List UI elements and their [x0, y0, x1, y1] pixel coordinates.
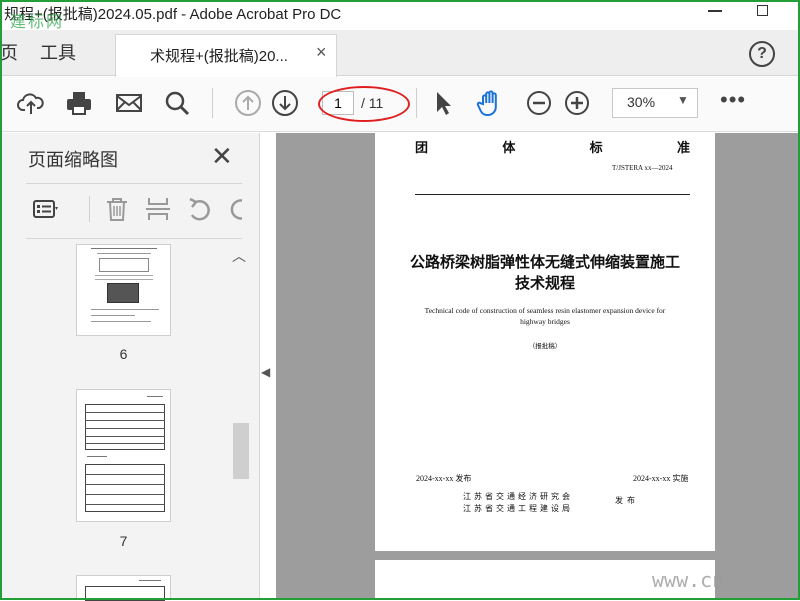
zoom-dropdown[interactable]: 30% ▼	[612, 88, 698, 118]
rotate-right-icon[interactable]	[226, 195, 242, 223]
chevron-down-icon: ▼	[677, 93, 689, 107]
zoom-out-icon[interactable]	[524, 88, 554, 118]
thumbnail-options-icon[interactable]	[32, 195, 60, 223]
watermark-logo: 建标网	[10, 12, 65, 31]
maximize-button[interactable]	[748, 0, 778, 28]
page-down-icon[interactable]	[270, 88, 300, 118]
panel-close-button[interactable]: ✕	[211, 141, 233, 171]
panel-divider	[26, 238, 242, 239]
toolbar-separator	[212, 88, 213, 118]
more-tools-button[interactable]: •••	[720, 88, 750, 118]
document-page-1: 团 体 标 准 T/JSTERA xx—2024 公路桥梁树脂弹性体无缝式伸缩装…	[375, 133, 715, 551]
scrollbar-thumb[interactable]	[233, 423, 249, 479]
thumbnail-page-number: 7	[119, 533, 128, 549]
upload-cloud-icon[interactable]	[16, 88, 46, 118]
search-icon[interactable]	[162, 88, 192, 118]
page-up-icon[interactable]	[233, 88, 263, 118]
scroll-up-icon[interactable]: ︿	[232, 246, 246, 266]
page-thumbnail-7[interactable]	[76, 389, 171, 522]
insert-pages-icon[interactable]	[144, 195, 172, 223]
tab-close-button[interactable]: ×	[316, 42, 327, 63]
select-arrow-icon[interactable]	[428, 88, 458, 118]
panel-toolbar-separator	[89, 196, 90, 222]
watermark-url: www.cn	[652, 568, 725, 592]
issuer-line-1: 江苏省交通经济研究会	[463, 492, 573, 501]
annotation-circle	[318, 86, 410, 122]
panel-title: 页面缩略图	[28, 150, 118, 170]
thumbnail-page-number: 6	[119, 346, 128, 362]
tab-tools[interactable]: 工具	[40, 30, 76, 76]
thumbnail-scrollbar[interactable]	[231, 244, 251, 600]
zoom-in-icon[interactable]	[562, 88, 592, 118]
email-icon[interactable]	[114, 88, 144, 118]
english-title: Technical code of construction of seamle…	[424, 306, 666, 326]
zoom-value: 30%	[627, 94, 656, 110]
trash-icon[interactable]	[103, 195, 131, 223]
toolbar-separator	[416, 88, 417, 118]
page-thumbnail-6[interactable]	[76, 244, 171, 336]
document-title: 公路桥梁树脂弹性体无缝式伸缩装置施工技术规程	[409, 254, 680, 292]
tab-home[interactable]: 页	[0, 30, 18, 76]
issuer-line-2: 江苏省交通工程建设局	[463, 504, 573, 513]
header-rule	[415, 194, 690, 195]
print-icon[interactable]	[64, 88, 94, 118]
release-date: 2024-xx-xx 发布	[416, 474, 472, 483]
panel-divider	[26, 183, 242, 184]
tab-document[interactable]: 术规程+(报批稿)20... ×	[115, 34, 337, 77]
standard-code: T/JSTERA xx—2024	[612, 164, 673, 172]
tab-document-label: 术规程+(报批稿)20...	[150, 48, 288, 65]
help-button[interactable]: ?	[749, 41, 775, 67]
implement-date: 2024-xx-xx 实施	[633, 474, 689, 483]
minimize-button[interactable]	[700, 0, 730, 28]
collapse-panel-icon[interactable]: ◀	[261, 365, 270, 379]
rotate-left-icon[interactable]	[186, 195, 214, 223]
page-thumbnail-8[interactable]	[76, 575, 171, 601]
hand-icon[interactable]	[475, 88, 505, 118]
draft-tag: （报批稿）	[528, 343, 562, 350]
standard-type-header: 团 体 标 准	[415, 140, 690, 155]
publish-label: 发布	[615, 496, 639, 505]
